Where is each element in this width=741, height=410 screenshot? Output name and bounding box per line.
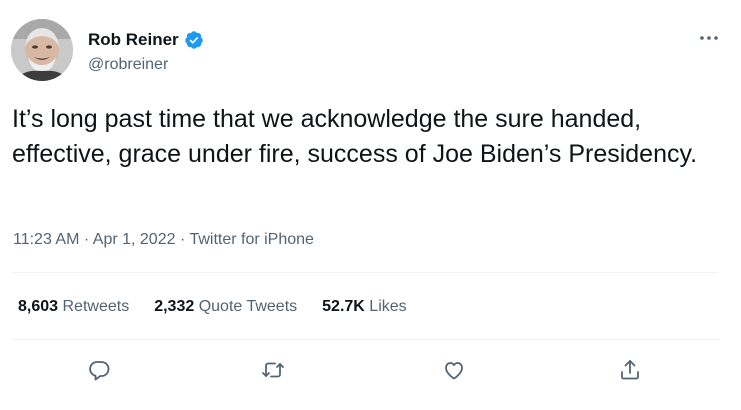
quotes-label: Quote Tweets	[198, 298, 298, 315]
likes-count: 52.7K	[322, 298, 365, 315]
quote-tweets-stat[interactable]: 2,332 Quote Tweets	[154, 296, 297, 318]
likes-stat[interactable]: 52.7K Likes	[322, 296, 407, 318]
meta-separator: ·	[175, 231, 190, 248]
meta-separator: ·	[79, 231, 93, 248]
author-handle[interactable]: @robreiner	[88, 55, 168, 75]
author-name-row[interactable]: Rob Reiner	[88, 30, 204, 50]
tweet-date[interactable]: Apr 1, 2022	[93, 231, 176, 248]
likes-label: Likes	[369, 298, 407, 315]
action-bar	[0, 352, 741, 388]
retweet-icon[interactable]	[255, 352, 291, 388]
avatar[interactable]	[11, 19, 73, 81]
tweet-text: It’s long past time that we acknowledge …	[12, 105, 698, 168]
share-icon[interactable]	[612, 352, 648, 388]
divider	[12, 339, 718, 340]
more-options-icon[interactable]	[697, 28, 721, 48]
like-icon[interactable]	[436, 352, 472, 388]
retweets-count: 8,603	[18, 298, 59, 315]
author-display-name[interactable]: Rob Reiner	[88, 30, 179, 50]
tweet-card: Rob Reiner @robreiner It’s long past tim…	[0, 0, 741, 410]
retweets-stat[interactable]: 8,603 Retweets	[18, 296, 129, 318]
tweet-meta: 11:23 AM · Apr 1, 2022 · Twitter for iPh…	[13, 229, 314, 251]
retweets-label: Retweets	[62, 298, 130, 315]
quotes-count: 2,332	[154, 298, 195, 315]
reply-icon[interactable]	[81, 352, 117, 388]
tweet-source[interactable]: Twitter for iPhone	[189, 231, 314, 248]
verified-badge-icon	[184, 30, 204, 50]
tweet-stats: 8,603 Retweets 2,332 Quote Tweets 52.7K …	[18, 296, 432, 318]
tweet-time[interactable]: 11:23 AM	[13, 231, 79, 248]
divider	[12, 272, 718, 273]
